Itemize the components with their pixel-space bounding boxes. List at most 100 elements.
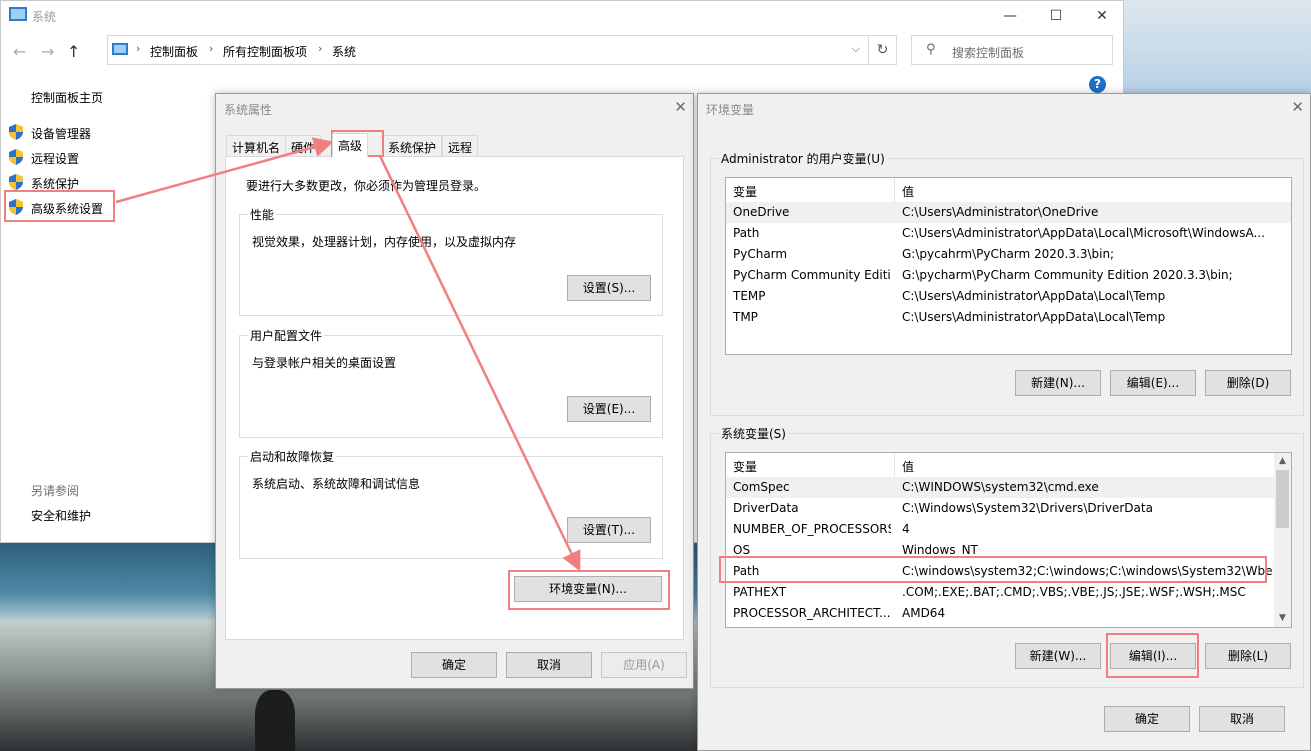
system-new-button[interactable]: 新建(W)... — [1015, 643, 1101, 669]
scroll-down-icon[interactable]: ▼ — [1274, 610, 1291, 627]
list-item[interactable]: PyCharm G:\pycahrm\PyCharm 2020.3.3\bin; — [726, 244, 1291, 265]
user-profiles-desc: 与登录帐户相关的桌面设置 — [252, 356, 397, 370]
search-icon: ⚲ — [926, 42, 936, 57]
remote-settings-label: 远程设置 — [31, 152, 80, 166]
variable-name: DriverData — [733, 501, 799, 515]
up-arrow-icon[interactable]: ↑ — [67, 42, 80, 61]
variable-name: PROCESSOR_ARCHITECT... — [733, 606, 891, 620]
back-arrow-icon[interactable]: ← — [13, 42, 26, 61]
apply-button[interactable]: 应用(A) — [601, 652, 687, 678]
list-item[interactable]: Path C:\Users\Administrator\AppData\Loca… — [726, 223, 1291, 244]
highlight-edit-button — [1106, 633, 1199, 678]
tab-system-protection[interactable]: 系统保护 — [382, 135, 443, 156]
user-variables-list[interactable]: 变量 值 OneDrive C:\Users\Administrator\One… — [725, 177, 1292, 355]
breadcrumb-separator[interactable]: › — [209, 42, 213, 55]
startup-recovery-settings-button[interactable]: 设置(T)... — [567, 517, 651, 543]
system-delete-button[interactable]: 删除(L) — [1205, 643, 1291, 669]
title-bar[interactable]: 系统 — ☐ ✕ — [1, 1, 1125, 31]
user-profiles-group: 用户配置文件 与登录帐户相关的桌面设置 设置(E)... — [239, 327, 663, 438]
variable-value: C:\Users\Administrator\OneDrive — [902, 205, 1099, 219]
variable-name: PyCharm Community Editi... — [733, 268, 891, 282]
column-divider[interactable] — [894, 453, 895, 477]
breadcrumb-control-panel[interactable]: 控制面板 — [150, 43, 198, 60]
performance-title: 性能 — [248, 206, 277, 223]
monitor-icon — [112, 43, 128, 55]
minimize-button[interactable]: — — [987, 1, 1033, 31]
startup-recovery-title: 启动和故障恢复 — [248, 448, 337, 465]
refresh-button[interactable]: ↻ — [869, 35, 897, 65]
variable-value: C:\Users\Administrator\AppData\Local\Mic… — [902, 226, 1265, 240]
ok-button[interactable]: 确定 — [411, 652, 497, 678]
shield-icon — [9, 124, 23, 140]
list-item[interactable]: PROCESSOR_ARCHITECT... AMD64 — [726, 603, 1291, 624]
security-maintenance-link[interactable]: 安全和维护 — [31, 507, 91, 524]
scrollbar[interactable]: ▲ ▼ — [1274, 453, 1291, 627]
breadcrumb-system[interactable]: 系统 — [332, 43, 356, 60]
search-placeholder: 搜索控制面板 — [952, 46, 1025, 60]
list-item[interactable]: PyCharm Community Editi... G:\pycharm\Py… — [726, 265, 1291, 286]
system-variables-list[interactable]: 变量 值 ComSpec C:\WINDOWS\system32\cmd.exe… — [725, 452, 1292, 628]
environment-variables-dialog: 环境变量 ✕ Administrator 的用户变量(U) 变量 值 OneDr… — [697, 93, 1311, 751]
tab-computer-name[interactable]: 计算机名 — [226, 135, 287, 156]
help-icon[interactable]: ? — [1089, 76, 1106, 93]
list-item[interactable]: OneDrive C:\Users\Administrator\OneDrive — [726, 202, 1291, 223]
performance-group: 性能 视觉效果，处理器计划，内存使用，以及虚拟内存 设置(S)... — [239, 206, 663, 316]
address-row: ← → ↑ › 控制面板 › 所有控制面板项 › 系统 ⌵ ↻ ⚲ 搜索控制面板 — [1, 35, 1125, 67]
forward-arrow-icon[interactable]: → — [41, 42, 54, 61]
scroll-thumb[interactable] — [1276, 470, 1289, 528]
list-item[interactable]: ComSpec C:\WINDOWS\system32\cmd.exe — [726, 477, 1291, 498]
search-input[interactable]: ⚲ 搜索控制面板 — [911, 35, 1113, 65]
tab-hardware[interactable]: 硬件 — [285, 135, 322, 156]
performance-settings-button[interactable]: 设置(S)... — [567, 275, 651, 301]
column-header-variable[interactable]: 变量 — [733, 183, 757, 200]
see-also-heading: 另请参阅 — [31, 484, 80, 498]
shield-icon — [9, 174, 23, 190]
maximize-button[interactable]: ☐ — [1033, 1, 1079, 31]
variable-value: AMD64 — [902, 606, 946, 620]
list-item[interactable]: DriverData C:\Windows\System32\Drivers\D… — [726, 498, 1291, 519]
column-header-value[interactable]: 值 — [902, 458, 914, 475]
user-edit-button[interactable]: 编辑(E)... — [1110, 370, 1196, 396]
dialog-title: 系统属性 — [224, 103, 273, 117]
breadcrumb-separator: › — [136, 42, 141, 55]
tab-remote[interactable]: 远程 — [442, 135, 479, 156]
user-new-button[interactable]: 新建(N)... — [1015, 370, 1101, 396]
scroll-up-icon[interactable]: ▲ — [1274, 453, 1291, 470]
variable-name: PATHEXT — [733, 585, 787, 599]
startup-recovery-group: 启动和故障恢复 系统启动、系统故障和调试信息 设置(T)... — [239, 448, 663, 559]
list-item[interactable]: TEMP C:\Users\Administrator\AppData\Loca… — [726, 286, 1291, 307]
chevron-down-icon[interactable]: ⌵ — [852, 42, 860, 56]
close-button[interactable]: ✕ — [1079, 1, 1125, 31]
column-header-value[interactable]: 值 — [902, 183, 914, 200]
cancel-button[interactable]: 取消 — [1199, 706, 1285, 732]
control-panel-home-link[interactable]: 控制面板主页 — [31, 89, 103, 106]
performance-desc: 视觉效果，处理器计划，内存使用，以及虚拟内存 — [252, 235, 517, 249]
cancel-button[interactable]: 取消 — [506, 652, 592, 678]
user-profiles-settings-button[interactable]: 设置(E)... — [567, 396, 651, 422]
admin-note: 要进行大多数更改，你必须作为管理员登录。 — [246, 179, 487, 193]
highlight-advanced-settings — [4, 190, 115, 222]
user-delete-button[interactable]: 删除(D) — [1205, 370, 1291, 396]
variable-name: PyCharm — [733, 247, 788, 261]
ok-button[interactable]: 确定 — [1104, 706, 1190, 732]
variable-value: C:\Users\Administrator\AppData\Local\Tem… — [902, 310, 1166, 324]
list-item[interactable]: TMP C:\Users\Administrator\AppData\Local… — [726, 307, 1291, 328]
breadcrumb-separator[interactable]: › — [318, 42, 322, 55]
user-variables-group: Administrator 的用户变量(U) 变量 值 OneDrive C:\… — [710, 150, 1304, 416]
column-header-variable[interactable]: 变量 — [733, 458, 757, 475]
shield-icon — [9, 149, 23, 165]
list-item[interactable]: NUMBER_OF_PROCESSORS 4 — [726, 519, 1291, 540]
address-bar[interactable]: › 控制面板 › 所有控制面板项 › 系统 ⌵ — [107, 35, 869, 65]
device-manager-label: 设备管理器 — [31, 127, 92, 141]
list-item[interactable]: PATHEXT .COM;.EXE;.BAT;.CMD;.VBS;.VBE;.J… — [726, 582, 1291, 603]
dialog-title: 环境变量 — [706, 103, 755, 117]
breadcrumb-all-items[interactable]: 所有控制面板项 — [223, 43, 307, 60]
close-icon[interactable]: ✕ — [674, 98, 687, 116]
column-divider[interactable] — [894, 178, 895, 202]
close-icon[interactable]: ✕ — [1291, 98, 1304, 116]
variable-value: G:\pycahrm\PyCharm 2020.3.3\bin; — [902, 247, 1115, 261]
tab-advanced[interactable]: 高级 — [332, 133, 369, 157]
list-header: 变量 值 — [726, 178, 1291, 202]
variable-value: 4 — [902, 522, 910, 536]
variable-name: TEMP — [733, 289, 766, 303]
